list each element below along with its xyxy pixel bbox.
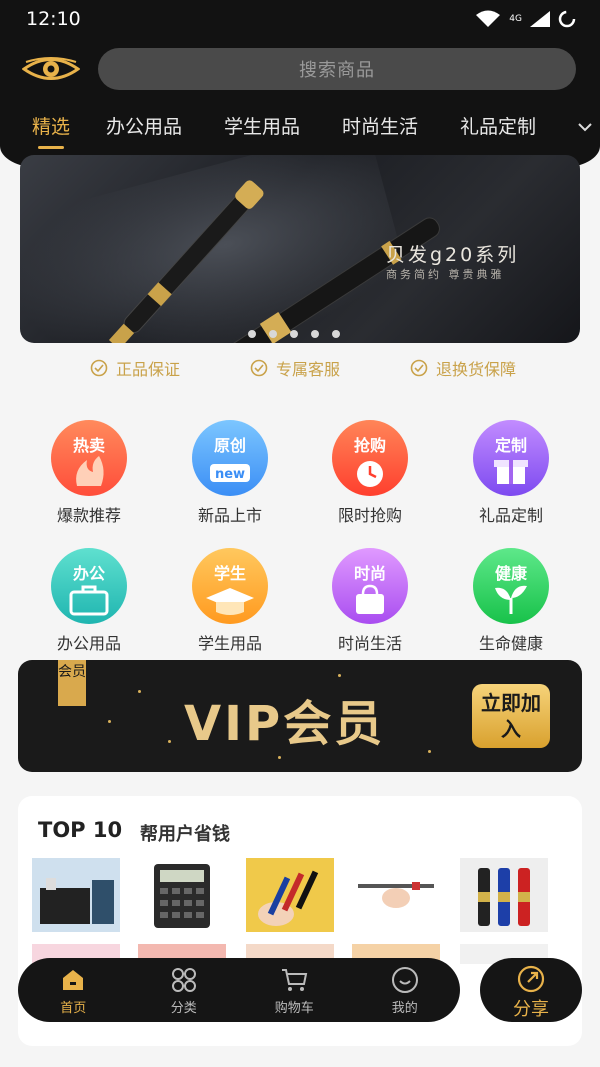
banner-title: 贝发g20系列 xyxy=(386,244,520,266)
nav-cart[interactable]: 购物车 xyxy=(239,958,350,1022)
bottom-nav: 首页 分类 购物车 我的 xyxy=(18,958,460,1022)
carousel-dot[interactable] xyxy=(332,330,340,338)
gift-icon: 定制 xyxy=(473,420,549,496)
markers-image xyxy=(460,858,548,932)
guarantee-returns: 退换货保障 xyxy=(410,356,516,380)
fire-icon: 热卖 xyxy=(51,420,127,496)
carousel-dot[interactable] xyxy=(311,330,319,338)
active-tab-indicator xyxy=(38,146,64,149)
status-bar: 12:10 4G xyxy=(0,0,600,38)
svg-text:new: new xyxy=(215,467,245,482)
member-tag: 会员 xyxy=(58,660,86,706)
calculator-image xyxy=(138,858,226,932)
category-custom-gifts[interactable]: 定制 礼品定制 xyxy=(456,420,566,526)
category-tabs: 精选 办公用品 学生用品 时尚生活 礼品定制 xyxy=(0,112,600,152)
alarm-clock-icon: 抢购 xyxy=(332,420,408,496)
carousel-dot[interactable] xyxy=(248,330,256,338)
graduation-cap-icon: 学生 xyxy=(192,548,268,624)
guarantee-bar: 正品保证 专属客服 退换货保障 xyxy=(0,352,600,380)
product-item[interactable] xyxy=(32,858,120,932)
category-fashion[interactable]: 时尚 时尚生活 xyxy=(315,548,425,654)
signal-icon xyxy=(530,11,550,27)
category-student[interactable]: 学生 学生用品 xyxy=(175,548,285,654)
share-icon xyxy=(517,965,545,993)
product-item[interactable] xyxy=(138,858,226,932)
guarantee-service: 专属客服 xyxy=(250,356,340,380)
category-health[interactable]: 健康 生命健康 xyxy=(456,548,566,654)
check-circle-icon xyxy=(250,359,268,377)
vip-title: VIP会员 xyxy=(184,696,386,752)
cart-icon xyxy=(282,969,308,991)
loading-icon xyxy=(558,10,576,28)
check-circle-icon xyxy=(90,359,108,377)
chevron-down-icon[interactable] xyxy=(574,116,596,138)
sprout-icon: 健康 xyxy=(473,548,549,624)
pens-image xyxy=(246,858,334,932)
pen-hand-image xyxy=(352,858,440,932)
product-item[interactable] xyxy=(460,858,548,932)
nav-home[interactable]: 首页 xyxy=(18,958,129,1022)
share-button[interactable]: 分享 xyxy=(480,958,582,1022)
join-vip-button[interactable]: 立即加入 xyxy=(472,684,550,748)
new-icon: 原创 new xyxy=(192,420,268,496)
nav-category[interactable]: 分类 xyxy=(129,958,240,1022)
tab-gifts[interactable]: 礼品定制 xyxy=(460,112,536,139)
wifi-icon xyxy=(476,10,501,27)
product-item[interactable] xyxy=(352,858,440,932)
tab-office[interactable]: 办公用品 xyxy=(106,112,182,139)
vip-banner[interactable]: 会员 VIP会员 立即加入 xyxy=(18,660,582,772)
home-icon xyxy=(63,970,84,990)
status-time: 12:10 xyxy=(26,8,81,30)
brand-logo xyxy=(22,57,80,80)
briefcase-icon: 办公 xyxy=(51,548,127,624)
tab-student[interactable]: 学生用品 xyxy=(224,112,300,139)
search-input[interactable]: 搜索商品 xyxy=(98,48,576,90)
carousel-dot[interactable] xyxy=(269,330,277,338)
check-circle-icon xyxy=(410,359,428,377)
nav-profile[interactable]: 我的 xyxy=(350,958,461,1022)
top10-subtitle: 帮用户省钱 xyxy=(140,824,230,845)
banner-subtitle: 商务简约 尊贵典雅 xyxy=(386,268,505,281)
tab-fashion[interactable]: 时尚生活 xyxy=(342,112,418,139)
category-new[interactable]: 原创 new 新品上市 xyxy=(175,420,285,526)
guarantee-authentic: 正品保证 xyxy=(90,356,180,380)
carousel-indicator xyxy=(248,330,340,338)
desk-organizer-image xyxy=(32,858,120,932)
category-flash-sale[interactable]: 抢购 限时抢购 xyxy=(315,420,425,526)
smile-icon xyxy=(391,967,418,993)
category-hot[interactable]: 热卖 爆款推荐 xyxy=(34,420,144,526)
carousel-dot[interactable] xyxy=(290,330,298,338)
grid-icon xyxy=(171,968,196,992)
product-item[interactable] xyxy=(246,858,334,932)
tab-featured[interactable]: 精选 xyxy=(32,112,70,139)
network-badge: 4G xyxy=(509,13,522,24)
category-office[interactable]: 办公 办公用品 xyxy=(34,548,144,654)
shopping-bag-icon: 时尚 xyxy=(332,548,408,624)
top10-title: TOP 10 xyxy=(38,818,123,842)
